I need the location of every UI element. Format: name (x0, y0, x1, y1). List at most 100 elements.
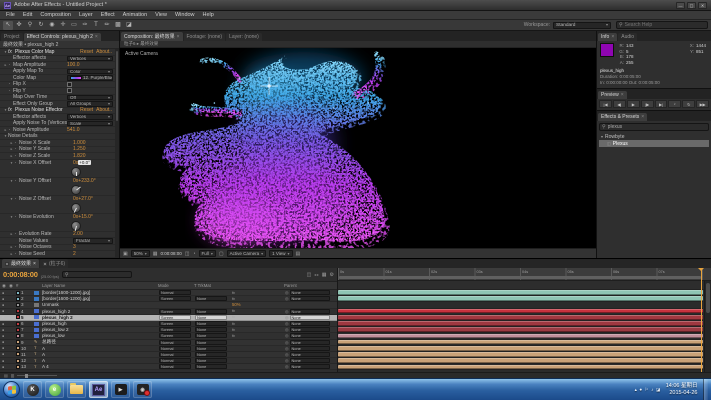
media-player-taskbar-button[interactable]: ▶ (111, 381, 130, 398)
tab-layer[interactable]: Layer: (none) (226, 33, 262, 41)
parent-dropdown[interactable]: None (290, 321, 330, 326)
trkmat-dropdown[interactable]: None (195, 333, 227, 338)
play-button[interactable]: ▶ (627, 100, 640, 108)
snapshot-icon[interactable] (185, 251, 190, 257)
rotation-dial[interactable] (71, 185, 81, 195)
pan-behind-tool[interactable]: ✛ (58, 21, 68, 30)
layer-duration-bar[interactable] (338, 364, 703, 370)
label-color-chip[interactable] (16, 328, 20, 332)
video-eye-icon[interactable]: ● (0, 291, 16, 295)
blend-mode-dropdown[interactable]: Normal (159, 364, 191, 369)
trkmat-dropdown[interactable]: None (195, 364, 227, 369)
label-color-chip[interactable] (16, 297, 20, 301)
layer-name[interactable]: 总路径 (42, 339, 159, 345)
property-value-edit[interactable]: +0.0° (78, 160, 91, 165)
pickwhip-icon[interactable]: ◎ (285, 340, 289, 345)
presets-search-input[interactable] (608, 124, 706, 130)
video-eye-icon[interactable]: ● (0, 328, 16, 332)
timeline-search[interactable] (62, 271, 132, 278)
resolution-dropdown[interactable]: Full (199, 250, 216, 257)
trkmat-dropdown[interactable]: None (195, 309, 227, 314)
timeline-scrollbar[interactable] (704, 281, 711, 372)
comp-breadcrumb[interactable]: 粒子6 ▸ 最终效果 (120, 41, 596, 48)
next-frame-button[interactable]: |▶ (641, 100, 654, 108)
property-dropdown[interactable]: All Groups (67, 101, 113, 107)
trkmat-dropdown[interactable]: None (195, 358, 227, 363)
layer-name[interactable]: [border(1600-1200).jpg] (42, 290, 159, 295)
parent-dropdown[interactable]: None (290, 327, 330, 332)
tray-icon-1[interactable]: ● (639, 387, 642, 393)
parent-dropdown[interactable]: None (290, 296, 330, 301)
loop-button[interactable]: ↻ (682, 100, 695, 108)
timeline-zoom-slider[interactable] (17, 375, 57, 376)
tab-effects-presets[interactable]: Effects & Presets× (598, 113, 647, 121)
blend-mode-dropdown[interactable]: Normal (159, 290, 191, 295)
pickwhip-icon[interactable]: ◎ (285, 333, 289, 338)
video-app-taskbar-button[interactable]: ◉ (133, 381, 152, 398)
selection-tool[interactable]: ↖ (3, 21, 13, 30)
video-eye-icon[interactable]: ● (0, 346, 16, 350)
fx-switch-icon[interactable]: fx (232, 291, 235, 295)
close-icon[interactable]: × (177, 34, 180, 40)
help-search[interactable] (616, 21, 708, 29)
property-value[interactable]: 1.250 (73, 146, 86, 152)
layer-name[interactable]: [border(1600-1200).jpg] (42, 296, 159, 301)
property-value[interactable]: 2.00 (73, 231, 83, 237)
fx-switch-icon[interactable]: fx (232, 297, 235, 301)
graph-icon[interactable]: ▥ (11, 373, 15, 378)
property-value[interactable]: 100.0 (67, 62, 80, 68)
rotate-tool[interactable]: ↻ (36, 21, 46, 30)
help-search-input[interactable] (625, 22, 705, 28)
menu-layer[interactable]: Layer (75, 12, 97, 18)
layer-name[interactable]: A 4 (42, 364, 159, 369)
property-noise-z-offset[interactable]: ▾◔Noise Z Offset0x+27.0° (0, 196, 115, 214)
property-value[interactable]: 0x+15.0° (73, 214, 93, 220)
unified-camera-tool[interactable]: ◉ (47, 21, 57, 30)
type-tool[interactable]: T (91, 21, 101, 30)
rotation-dial[interactable] (71, 167, 81, 177)
timeline-tab-item[interactable]: 最终效果× (2, 259, 39, 268)
pixel-aspect-icon[interactable] (296, 251, 301, 257)
trkmat-dropdown[interactable]: None (195, 352, 227, 357)
checkbox[interactable] (67, 82, 72, 87)
blend-mode-dropdown[interactable]: Screen (159, 309, 191, 314)
property-dropdown[interactable]: 12. Purple/Blue (67, 75, 113, 81)
pickwhip-icon[interactable]: ◎ (285, 327, 289, 332)
parent-dropdown[interactable]: None (290, 315, 330, 320)
rotation-dial[interactable] (71, 203, 81, 213)
label-color-chip[interactable] (16, 365, 20, 369)
tab-project[interactable]: Project (1, 33, 23, 41)
show-channel-icon[interactable] (193, 251, 196, 257)
property-noise-evolution[interactable]: ▾◔Noise Evolution0x+15.0° (0, 214, 115, 232)
tab-preview[interactable]: Preview× (598, 91, 627, 99)
parent-dropdown[interactable]: None (290, 358, 330, 363)
last-frame-button[interactable]: ▶| (655, 100, 668, 108)
property-dropdown[interactable]: Scale (67, 121, 113, 127)
property-value[interactable]: 3 (73, 244, 76, 250)
tray-icon-2[interactable]: ⚐ (645, 387, 649, 393)
blend-mode-dropdown[interactable]: Normal (159, 352, 191, 357)
property-noise-y-offset[interactable]: ▾◔Noise Y Offset0x+233.0° (0, 178, 115, 196)
layer-name[interactable]: A (42, 352, 159, 357)
close-button[interactable]: ✕ (698, 2, 707, 9)
pen-tool[interactable]: ✑ (80, 21, 90, 30)
shape-tool[interactable]: ▭ (69, 21, 79, 30)
composition-viewport[interactable]: Active Camera (120, 48, 596, 248)
fx-switch-icon[interactable]: fx (232, 334, 235, 338)
layer-name[interactable]: plexus_low (42, 333, 159, 338)
close-icon[interactable]: × (33, 261, 36, 267)
viewer-timecode[interactable]: 0:00:08:00 (161, 251, 182, 256)
label-color-chip[interactable] (16, 352, 20, 356)
view-layout-icon[interactable] (123, 251, 128, 257)
minimize-button[interactable]: — (676, 2, 685, 9)
blend-mode-dropdown[interactable]: Screen (159, 296, 191, 301)
expand-icon[interactable]: ▤ (4, 373, 8, 378)
about-link[interactable]: About.. (96, 107, 112, 113)
timeline-tab-6[interactable]: (粒子6) (40, 259, 68, 268)
pickwhip-icon[interactable]: ◎ (285, 346, 289, 351)
timeline-view-icons[interactable]: ◫⚏▦⚙ (307, 272, 334, 278)
explorer-taskbar-button[interactable] (67, 381, 86, 398)
video-eye-icon[interactable]: ● (0, 334, 16, 338)
property-value[interactable]: 0x+233.0° (73, 178, 96, 184)
taskbar-clock[interactable]: 14:06 星期日 2015-04-26 (666, 383, 698, 397)
